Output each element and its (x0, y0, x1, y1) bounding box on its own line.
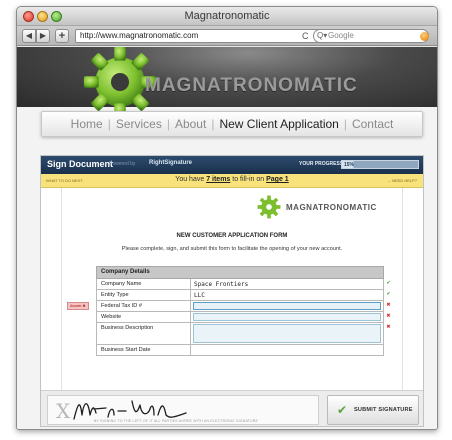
reload-icon[interactable]: C (302, 29, 309, 43)
search-field[interactable]: Google (313, 29, 429, 43)
field-label: Entity Type (97, 290, 191, 300)
company-name-field[interactable]: Space Frontiers (194, 280, 248, 289)
gear-logo-icon (257, 195, 281, 219)
required-mark-icon: ✖ (386, 313, 391, 319)
nav-separator: | (211, 117, 215, 131)
rightsignature-logo: RightSignature (149, 160, 192, 166)
progress-bar: 15% (341, 160, 419, 169)
progress-percent: 15% (344, 162, 355, 168)
site-header: MAGNATRONOMATIC (17, 47, 437, 119)
entity-type-field[interactable]: LLC (194, 291, 205, 300)
forward-arrow-icon[interactable]: ▶ (36, 29, 50, 43)
notice-prefix: You have (175, 176, 207, 183)
window-title: Magnatronomatic (184, 10, 270, 22)
main-navigation: Home | Services | About | New Client Applicati… (41, 111, 423, 137)
site-brand: MAGNATRONOMATIC (145, 75, 358, 96)
field-label: Company Name (97, 279, 191, 289)
search-icon: Q▾ (317, 31, 328, 40)
nav-separator: | (166, 117, 170, 131)
notice-middle: to fill-in on (230, 176, 267, 183)
items-count-link[interactable]: 7 items (206, 176, 230, 183)
website-input[interactable] (193, 313, 381, 321)
address-bar[interactable]: http://www.magnatronomatic.com (75, 29, 331, 43)
form-instructions: Please complete, sign, and submit this f… (121, 246, 343, 252)
document-brand: MAGNATRONOMATIC (286, 203, 377, 212)
complete-check-icon: ✔ (386, 280, 391, 286)
form-row-federal-tax-id: Answer ✖ Federal Tax ID # ✖ (67, 301, 391, 312)
form-row-business-description: Business Description ✖ (96, 323, 391, 345)
powered-by-label: Powered by (109, 161, 136, 167)
document-page: MAGNATRONOMATIC NEW CUSTOMER APPLICATION… (61, 188, 403, 390)
section-header: Company Details (96, 266, 384, 279)
submit-signature-label: SUBMIT SIGNATURE (354, 407, 413, 413)
signature-bar: X BY SIGNING TO THE LEFT OF IT ALL PARTI… (41, 390, 423, 426)
business-description-input[interactable] (193, 324, 381, 343)
form-row-website: Website ✖ (96, 312, 391, 323)
page-viewport: MAGNATRONOMATIC Home | Services | About | New … (17, 47, 437, 429)
required-mark-icon: ✖ (386, 324, 391, 330)
snapback-icon[interactable] (420, 32, 429, 41)
field-label: Business Description (97, 323, 191, 344)
company-details-form: Company Details Company Name Space Front… (67, 266, 391, 356)
nav-home-link[interactable]: Home (71, 117, 103, 131)
need-help-link[interactable]: → NEED HELP? (387, 178, 417, 183)
browser-toolbar: ◀ ▶ + http://www.magnatronomatic.com C G… (17, 26, 437, 46)
nav-new-client-application-link[interactable]: New Client Application (219, 117, 338, 131)
form-row-business-start-date: Business Start Date (96, 345, 384, 356)
form-row-entity-type: Entity Type LLC ✔ (96, 290, 391, 301)
sign-document-panel: Sign Document Powered by RightSignature … (40, 155, 424, 427)
form-title: NEW CUSTOMER APPLICATION FORM (176, 233, 288, 239)
nav-services-link[interactable]: Services (116, 117, 162, 131)
checkmark-icon: ✔ (337, 403, 348, 417)
nav-separator: | (343, 117, 347, 131)
federal-tax-id-input[interactable] (193, 302, 381, 310)
complete-check-icon: ✔ (386, 291, 391, 297)
field-label: Business Start Date (97, 345, 191, 355)
browser-window: Magnatronomatic ◀ ▶ + http://www.magnatr… (16, 6, 438, 430)
page-link[interactable]: Page 1 (266, 176, 289, 183)
items-remaining-message: You have 7 items to fill-in on Page 1 (41, 176, 423, 183)
signature-legal-text: BY SIGNING TO THE LEFT OF IT ALL PARTIES… (94, 419, 259, 423)
signature-x-mark: X (56, 399, 71, 423)
next-step-notice: WHAT TO DO NEXT You have 7 items to fill… (41, 174, 423, 188)
sign-document-title: Sign Document (47, 159, 114, 169)
window-titlebar: Magnatronomatic (17, 7, 437, 26)
form-row-company-name: Company Name Space Frontiers ✔ (96, 279, 391, 290)
field-label: Website (97, 312, 191, 322)
sign-panel-header: Sign Document Powered by RightSignature … (41, 156, 423, 174)
add-bookmark-icon[interactable]: + (55, 29, 69, 43)
signature-pad[interactable]: X BY SIGNING TO THE LEFT OF IT ALL PARTI… (47, 395, 319, 425)
submit-signature-button[interactable]: ✔ SUBMIT SIGNATURE (327, 395, 419, 425)
nav-contact-link[interactable]: Contact (352, 117, 393, 131)
field-label: Federal Tax ID # (97, 301, 191, 311)
nav-separator: | (107, 117, 111, 131)
required-mark-icon: ✖ (386, 302, 391, 308)
back-arrow-icon[interactable]: ◀ (22, 29, 36, 43)
nav-about-link[interactable]: About (175, 117, 206, 131)
progress-label: YOUR PROGRESS (299, 161, 344, 167)
answer-indicator-tab[interactable]: Answer ✖ (67, 302, 89, 310)
